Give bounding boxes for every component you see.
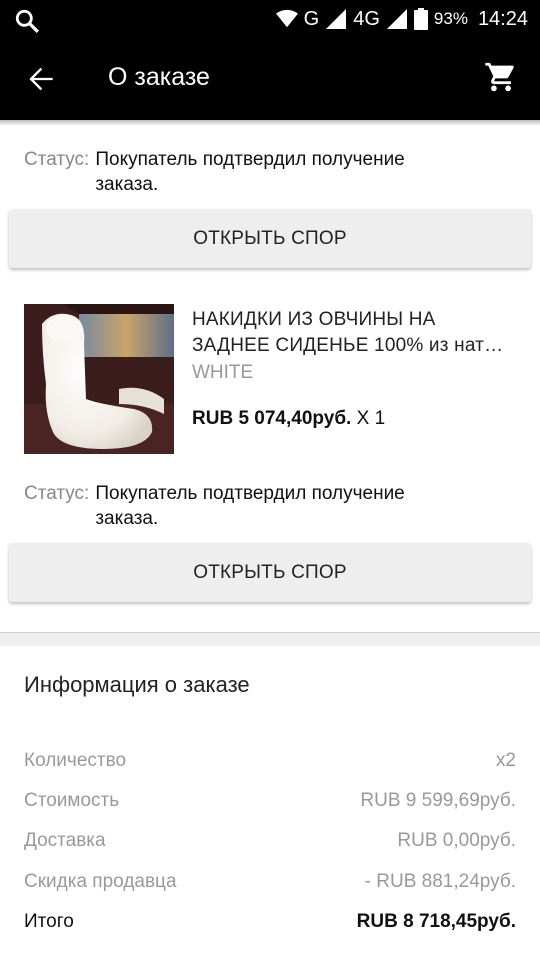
app-bar-shadow: [0, 120, 540, 126]
info-row-discount: Скидка продавца - RUB 881,24руб.: [24, 871, 516, 893]
cart-icon[interactable]: [484, 60, 518, 94]
signal-icon-2: [386, 9, 407, 29]
section-divider: [0, 632, 540, 646]
info-row-quantity: Количество x2: [24, 750, 516, 772]
product-name[interactable]: НАКИДКИ ИЗ ОВЧИНЫ НА ЗАДНЕЕ СИДЕНЬЕ 100%…: [192, 307, 522, 359]
product-variant: WHITE: [192, 362, 254, 383]
order-status-2: Статус: Покупатель подтвердил получение …: [24, 481, 464, 531]
status-value: Покупатель подтвердил получение заказа.: [95, 149, 405, 195]
info-label: Доставка: [24, 830, 106, 851]
battery-icon: [413, 8, 428, 30]
info-value: RUB 8 718,45руб.: [356, 911, 516, 932]
order-status-1: Статус: Покупатель подтвердил получение …: [24, 147, 464, 197]
open-dispute-button-1[interactable]: ОТКРЫТЬ СПОР: [9, 209, 531, 268]
app-bar: О заказе: [0, 38, 540, 120]
product-quantity: X 1: [356, 408, 386, 429]
wifi-icon: [275, 9, 298, 28]
network-type-2: 4G: [353, 7, 380, 30]
info-row-total: Итого RUB 8 718,45руб.: [24, 911, 516, 933]
battery-percent: 93%: [433, 9, 468, 28]
order-info-title: Информация о заказе: [24, 672, 250, 697]
info-label: Итого: [24, 911, 74, 932]
search-icon[interactable]: [14, 8, 40, 34]
back-arrow-icon[interactable]: [26, 65, 56, 93]
info-row-cost: Стоимость RUB 9 599,69руб.: [24, 790, 516, 812]
clock: 14:24: [477, 7, 528, 30]
info-value: - RUB 881,24руб.: [364, 871, 516, 892]
status-value: Покупатель подтвердил получение заказа.: [95, 483, 405, 529]
open-dispute-button-2[interactable]: ОТКРЫТЬ СПОР: [9, 543, 531, 602]
product-price-row: RUB 5 074,40руб. X 1: [192, 408, 385, 430]
network-type: G: [303, 7, 320, 30]
product-price: RUB 5 074,40руб.: [192, 408, 352, 429]
status-bar: G 4G 93% 14:24: [0, 0, 540, 38]
status-label: Статус:: [24, 149, 90, 170]
info-value: x2: [495, 750, 516, 771]
product-name-line2: ЗАДНЕЕ СИДЕНЬЕ 100% из нат…: [192, 335, 504, 356]
status-label: Статус:: [24, 483, 90, 504]
info-value: RUB 0,00руб.: [397, 830, 516, 851]
info-row-shipping: Доставка RUB 0,00руб.: [24, 830, 516, 852]
product-name-line1: НАКИДКИ ИЗ ОВЧИНЫ НА: [192, 309, 436, 330]
info-label: Количество: [24, 750, 127, 771]
product-image[interactable]: [24, 304, 174, 454]
page-title: О заказе: [108, 63, 210, 91]
info-label: Стоимость: [24, 790, 120, 811]
signal-icon: [326, 9, 347, 29]
info-value: RUB 9 599,69руб.: [360, 790, 516, 811]
info-label: Скидка продавца: [24, 871, 177, 892]
